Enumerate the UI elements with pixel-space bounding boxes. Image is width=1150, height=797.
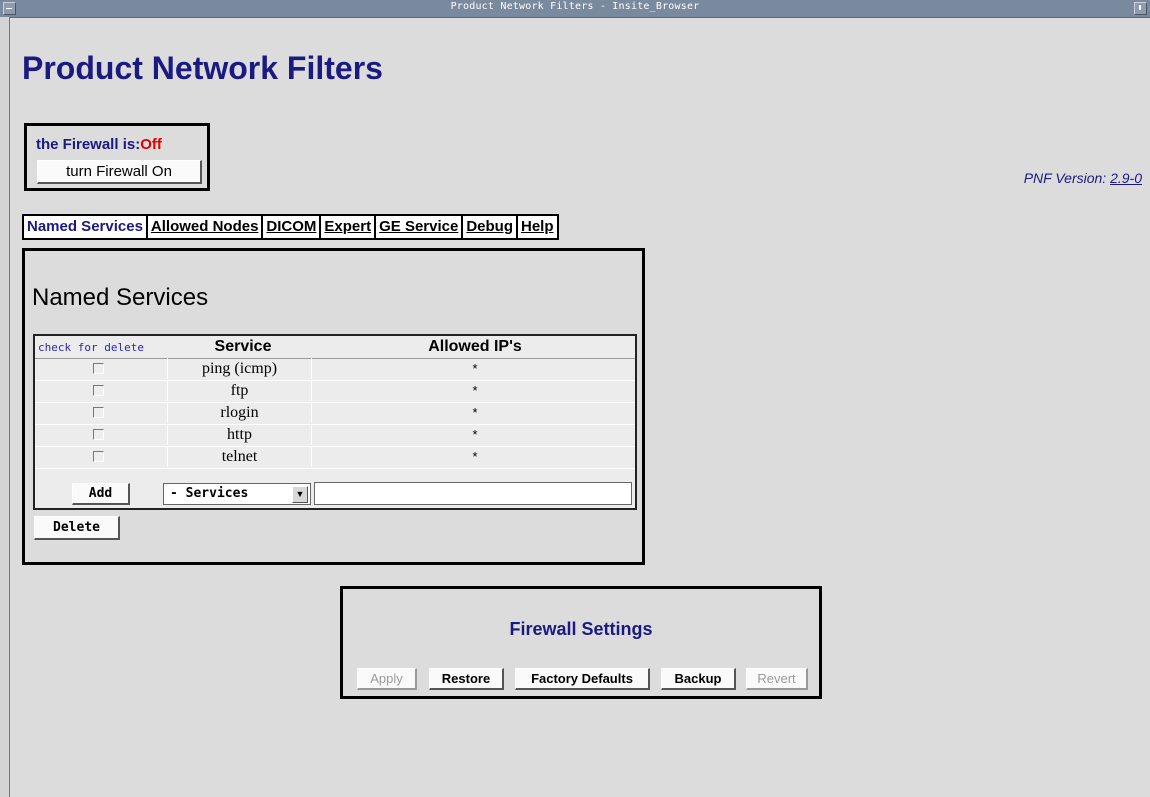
services-select[interactable]: - Services ▼ xyxy=(163,483,311,505)
table-row: rlogin * xyxy=(35,402,635,425)
dropdown-arrow-icon[interactable]: ▼ xyxy=(292,486,308,503)
add-service-row: Add - Services ▼ xyxy=(35,481,635,508)
page-title: Product Network Filters xyxy=(22,50,383,86)
service-cell: telnet xyxy=(167,446,312,467)
firewall-status-box: the Firewall is:Off turn Firewall On xyxy=(24,123,210,191)
column-header-delete: check for delete xyxy=(38,341,144,354)
allowed-ips-cell: * xyxy=(472,427,478,442)
add-button[interactable]: Add xyxy=(72,483,130,505)
firewall-status-value: Off xyxy=(140,136,162,153)
tab-dicom[interactable]: DICOM xyxy=(263,216,322,238)
restore-button[interactable]: Restore xyxy=(429,668,504,690)
delete-checkbox[interactable] xyxy=(93,407,104,418)
allowed-ips-cell: * xyxy=(472,405,478,420)
window-title: Product Network Filters - Insite_Browser xyxy=(450,1,700,12)
turn-firewall-on-button[interactable]: turn Firewall On xyxy=(37,160,202,184)
table-row: ping (icmp) * xyxy=(35,358,635,381)
window-titlebar: Product Network Filters - Insite_Browser xyxy=(0,0,1150,18)
delete-checkbox[interactable] xyxy=(93,385,104,396)
tab-named-services[interactable]: Named Services xyxy=(24,216,148,238)
backup-button[interactable]: Backup xyxy=(661,668,736,690)
pnf-version: PNF Version: 2.9-0 xyxy=(1024,170,1142,186)
tab-ge-service[interactable]: GE Service xyxy=(376,216,464,238)
services-select-value: - Services xyxy=(170,486,249,501)
allowed-ips-cell: * xyxy=(472,383,478,398)
table-row: http * xyxy=(35,424,635,447)
service-cell: ftp xyxy=(167,380,312,401)
table-header: check for delete Service Allowed IP's xyxy=(35,336,635,359)
version-label: PNF Version: xyxy=(1023,170,1107,186)
service-cell: rlogin xyxy=(167,402,312,423)
table-row: telnet * xyxy=(35,446,635,469)
allowed-ips-input[interactable] xyxy=(314,482,632,505)
service-cell: http xyxy=(167,424,312,445)
tab-expert[interactable]: Expert xyxy=(321,216,377,238)
window-left-frame xyxy=(0,17,10,797)
tab-allowed-nodes[interactable]: Allowed Nodes xyxy=(148,216,264,238)
panel-title: Named Services xyxy=(32,284,209,311)
allowed-ips-cell: * xyxy=(472,449,478,464)
version-link[interactable]: 2.9-0 xyxy=(1110,170,1142,186)
revert-button[interactable]: Revert xyxy=(746,668,808,690)
table-row: ftp * xyxy=(35,380,635,403)
allowed-ips-cell: * xyxy=(472,361,478,376)
firewall-settings-panel: Firewall Settings Apply Restore Factory … xyxy=(340,586,822,699)
firewall-settings-title: Firewall Settings xyxy=(509,619,653,639)
apply-button[interactable]: Apply xyxy=(357,668,417,690)
column-header-allowed-ips: Allowed IP's xyxy=(428,338,522,355)
delete-checkbox[interactable] xyxy=(93,451,104,462)
services-table: check for delete Service Allowed IP's pi… xyxy=(33,334,637,510)
firewall-status-label: the Firewall is: xyxy=(36,136,141,153)
column-header-service: Service xyxy=(214,338,272,355)
delete-button[interactable]: Delete xyxy=(34,516,120,540)
tab-help[interactable]: Help xyxy=(518,216,557,238)
firewall-status: the Firewall is:Off xyxy=(36,136,162,153)
tab-bar: Named Services Allowed Nodes DICOM Exper… xyxy=(22,214,559,240)
named-services-panel: Named Services check for delete Service … xyxy=(22,248,645,565)
tab-debug[interactable]: Debug xyxy=(463,216,518,238)
factory-defaults-button[interactable]: Factory Defaults xyxy=(515,668,650,690)
service-cell: ping (icmp) xyxy=(167,358,312,379)
window-maximize-icon[interactable] xyxy=(1134,2,1147,15)
delete-checkbox[interactable] xyxy=(93,363,104,374)
delete-checkbox[interactable] xyxy=(93,429,104,440)
